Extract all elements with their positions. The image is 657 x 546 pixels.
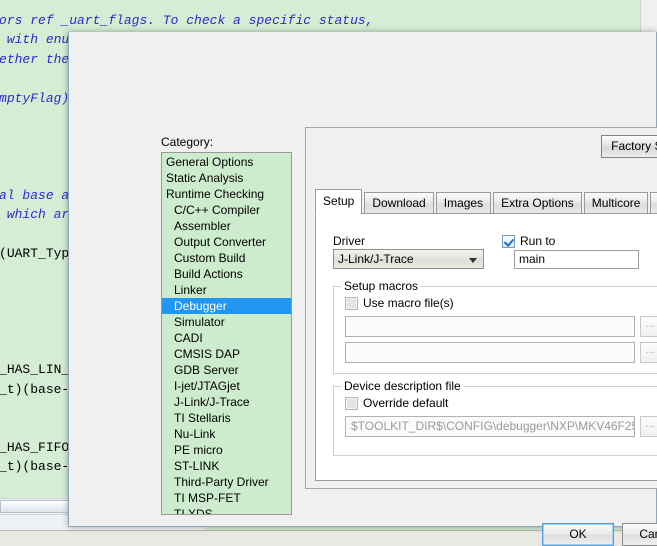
device-description-title: Device description file	[341, 379, 464, 393]
category-item-pe-micro[interactable]: PE micro	[162, 442, 291, 458]
category-item-st-link[interactable]: ST-LINK	[162, 458, 291, 474]
setup-macros-group: Setup macros Use macro file(s) ... ...	[333, 279, 657, 374]
driver-label: Driver	[333, 234, 365, 248]
chevron-down-icon	[469, 258, 477, 263]
options-dialog: Category: General Options Static Analysis…	[68, 32, 657, 546]
tab-images[interactable]: Images	[435, 192, 492, 214]
macro-file-row-1: ...	[345, 316, 657, 337]
device-description-input[interactable]: $TOOLKIT_DIR$\CONFIG\debugger\NXP\MKV46F…	[345, 416, 635, 437]
tab-setup[interactable]: Setup	[315, 189, 363, 215]
ok-button[interactable]: OK	[542, 523, 614, 546]
setup-macros-title: Setup macros	[341, 279, 422, 293]
cancel-button[interactable]: Cancel	[622, 523, 657, 546]
macro-file-input-1[interactable]	[345, 316, 635, 337]
device-description-browse-button[interactable]: ...	[640, 416, 657, 437]
macro-file-browse-button-2[interactable]: ...	[640, 342, 657, 363]
category-item-custom-build[interactable]: Custom Build	[162, 250, 291, 266]
category-item-linker[interactable]: Linker	[162, 282, 291, 298]
category-item-third-party-driver[interactable]: Third-Party Driver	[162, 474, 291, 490]
driver-dropdown[interactable]: J-Link/J-Trace	[333, 249, 484, 269]
category-list[interactable]: General Options Static Analysis Runtime Ch…	[161, 152, 292, 515]
driver-dropdown-value: J-Link/J-Trace	[338, 252, 414, 266]
category-item-ti-xds[interactable]: TI XDS	[162, 506, 291, 514]
category-item-ti-stellaris[interactable]: TI Stellaris	[162, 410, 291, 426]
override-default-checkbox[interactable]	[345, 396, 358, 410]
category-item-build-actions[interactable]: Build Actions	[162, 266, 291, 282]
use-macro-files-checkbox[interactable]	[345, 296, 358, 310]
factory-settings-button[interactable]: Factory Settings	[601, 135, 657, 158]
category-item-nu-link[interactable]: Nu-Link	[162, 426, 291, 442]
macro-file-row-2: ...	[345, 342, 657, 363]
category-item-j-link-j-trace[interactable]: J-Link/J-Trace	[162, 394, 291, 410]
macro-file-input-2[interactable]	[345, 342, 635, 363]
category-item-cadi[interactable]: CADI	[162, 330, 291, 346]
settings-pane: Factory Settings SetupDownloadImagesExtr…	[305, 127, 657, 489]
tab-plugins[interactable]: Plugins	[650, 192, 657, 214]
use-macro-row: Use macro file(s)	[345, 296, 454, 310]
tab-bar[interactable]: Setup Download Images Extra Options Multicor…	[315, 189, 657, 215]
category-item-cmsis-dap[interactable]: CMSIS DAP	[162, 346, 291, 362]
category-item-general-options[interactable]: General Options	[162, 154, 291, 170]
category-item-debugger[interactable]: Debugger	[162, 298, 291, 314]
category-item-static-analysis[interactable]: Static Analysis	[162, 170, 291, 186]
device-description-row: $TOOLKIT_DIR$\CONFIG\debugger\NXP\MKV46F…	[345, 416, 657, 437]
override-default-label: Override default	[363, 396, 449, 410]
category-item-simulator[interactable]: Simulator	[162, 314, 291, 330]
run-to-label: Run to	[520, 234, 556, 248]
category-item-i-jet-jtagjet[interactable]: I-jet/JTAGjet	[162, 378, 291, 394]
override-default-row: Override default	[345, 396, 448, 410]
category-item-c-c-compiler[interactable]: C/C++ Compiler	[162, 202, 291, 218]
run-to-checkbox[interactable]	[502, 234, 515, 248]
category-item-runtime-checking[interactable]: Runtime Checking	[162, 186, 291, 202]
category-item-output-converter[interactable]: Output Converter	[162, 234, 291, 250]
tab-multicore[interactable]: Multicore	[583, 192, 649, 214]
run-to-row: Run to	[502, 234, 555, 248]
category-item-assembler[interactable]: Assembler	[162, 218, 291, 234]
setup-tab-page: Driver J-Link/J-Trace Run to main Setup …	[315, 213, 657, 481]
macro-file-browse-button-1[interactable]: ...	[640, 316, 657, 337]
category-item-ti-msp-fet[interactable]: TI MSP-FET	[162, 490, 291, 506]
category-label: Category:	[161, 135, 214, 149]
use-macro-files-label: Use macro file(s)	[363, 296, 454, 310]
run-to-input[interactable]: main	[514, 250, 639, 269]
category-item-gdb-server[interactable]: GDB Server	[162, 362, 291, 378]
tab-download[interactable]: Download	[364, 192, 434, 214]
device-description-group: Device description file Override default…	[333, 379, 657, 456]
tab-extra-options[interactable]: Extra Options	[493, 192, 582, 214]
